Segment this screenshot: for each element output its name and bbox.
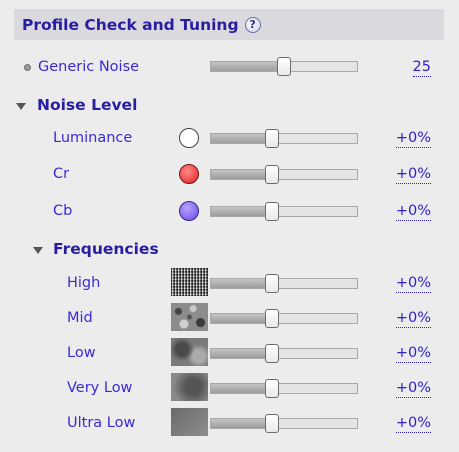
very-low-frequency-row: Very Low +0%: [0, 371, 459, 405]
slider-thumb[interactable]: [265, 379, 279, 398]
mid-label: Mid: [67, 310, 93, 326]
low-label: Low: [67, 345, 96, 361]
noise-level-label: Noise Level: [37, 96, 138, 114]
slider-thumb[interactable]: [265, 309, 279, 328]
generic-noise-slider[interactable]: [210, 57, 358, 76]
slider-thumb[interactable]: [265, 344, 279, 363]
high-value[interactable]: +0%: [395, 275, 431, 293]
cr-value[interactable]: +0%: [395, 166, 431, 184]
high-slider[interactable]: [210, 274, 358, 293]
luminance-slider[interactable]: [210, 129, 358, 148]
frequencies-section-header[interactable]: Frequencies: [0, 234, 459, 268]
cr-slider[interactable]: [210, 165, 358, 184]
panel-header[interactable]: Profile Check and Tuning ?: [14, 9, 444, 40]
mid-value[interactable]: +0%: [395, 310, 431, 328]
slider-thumb[interactable]: [265, 202, 279, 221]
cb-value[interactable]: +0%: [395, 203, 431, 221]
noise-level-section-header[interactable]: Noise Level: [0, 90, 459, 124]
cr-swatch-icon: [179, 164, 199, 184]
expand-triangle-icon[interactable]: [16, 103, 26, 110]
cb-swatch-icon: [179, 201, 199, 221]
slider-thumb[interactable]: [265, 274, 279, 293]
slider-thumb[interactable]: [277, 57, 291, 76]
cb-slider[interactable]: [210, 202, 358, 221]
mid-noise-texture-icon: [171, 303, 208, 331]
generic-noise-value[interactable]: 25: [412, 59, 431, 77]
luminance-swatch-icon: [179, 128, 199, 148]
slider-thumb[interactable]: [265, 414, 279, 433]
very-low-noise-texture-icon: [171, 373, 208, 401]
help-icon[interactable]: ?: [244, 16, 261, 33]
cb-label: Cb: [53, 203, 73, 219]
cr-row: Cr +0%: [0, 157, 459, 191]
mid-frequency-row: Mid +0%: [0, 301, 459, 335]
slider-thumb[interactable]: [265, 165, 279, 184]
ultra-low-label: Ultra Low: [67, 415, 136, 431]
mid-slider[interactable]: [210, 309, 358, 328]
low-noise-texture-icon: [171, 338, 208, 366]
panel-title: Profile Check and Tuning: [22, 15, 239, 34]
luminance-label: Luminance: [53, 130, 133, 146]
slider-thumb[interactable]: [265, 129, 279, 148]
generic-noise-row: Generic Noise 25: [0, 51, 459, 85]
frequencies-label: Frequencies: [53, 240, 159, 258]
ultra-low-frequency-row: Ultra Low +0%: [0, 406, 459, 440]
ultra-low-value[interactable]: +0%: [395, 415, 431, 433]
luminance-value[interactable]: +0%: [395, 130, 431, 148]
high-label: High: [67, 275, 101, 291]
cr-label: Cr: [53, 166, 70, 182]
generic-noise-label: Generic Noise: [38, 59, 140, 75]
very-low-value[interactable]: +0%: [395, 380, 431, 398]
high-noise-texture-icon: [171, 268, 208, 296]
expand-triangle-icon[interactable]: [33, 247, 43, 254]
ultra-low-slider[interactable]: [210, 414, 358, 433]
cb-row: Cb +0%: [0, 194, 459, 228]
ultra-low-noise-texture-icon: [171, 408, 208, 436]
bullet-icon: [24, 64, 31, 71]
profile-check-panel: Profile Check and Tuning ? Generic Noise…: [0, 0, 459, 452]
low-frequency-row: Low +0%: [0, 336, 459, 370]
luminance-row: Luminance +0%: [0, 120, 459, 154]
high-frequency-row: High +0%: [0, 265, 459, 299]
very-low-slider[interactable]: [210, 379, 358, 398]
low-slider[interactable]: [210, 344, 358, 363]
very-low-label: Very Low: [67, 380, 133, 396]
low-value[interactable]: +0%: [395, 345, 431, 363]
